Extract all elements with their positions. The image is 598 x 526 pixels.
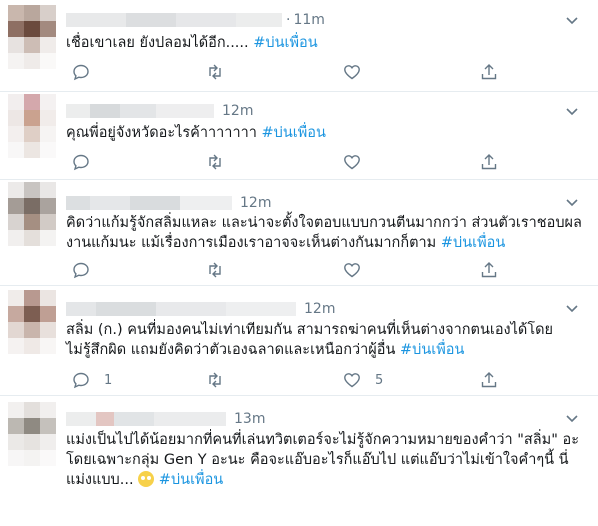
share-button[interactable] bbox=[480, 152, 498, 172]
retweet-icon bbox=[209, 372, 221, 388]
user-name[interactable] bbox=[66, 196, 232, 210]
avatar[interactable] bbox=[8, 182, 56, 246]
tweet-text: คิดว่าแก้มรู้จักสลิ่มแหละ และน่าจะตั้งใจ… bbox=[66, 213, 582, 253]
like-button[interactable] bbox=[343, 152, 375, 172]
reply-button[interactable] bbox=[72, 152, 104, 172]
tweet-timeline: · 11m เชื่อเขาเลย ยังปลอมได้อีก..... #บ่… bbox=[0, 0, 598, 526]
hashtag-link[interactable]: #บ่นเพื่อน bbox=[159, 472, 223, 488]
reply-icon bbox=[73, 372, 89, 389]
hashtag-link[interactable]: #บ่นเพื่อน bbox=[253, 35, 317, 51]
tweet-body: คุณพี่อยู่จังหวัดอะไรค้าาาาาาา bbox=[66, 125, 257, 141]
tweet-actions bbox=[66, 152, 584, 172]
retweet-icon bbox=[209, 154, 221, 170]
share-button[interactable] bbox=[480, 260, 498, 280]
share-icon bbox=[481, 372, 497, 388]
share-button[interactable] bbox=[480, 62, 498, 82]
user-name[interactable] bbox=[66, 302, 296, 316]
tweet-body: เชื่อเขาเลย ยังปลอมได้อีก..... bbox=[66, 35, 249, 51]
tweet-time[interactable]: 12m bbox=[222, 103, 253, 119]
reply-icon bbox=[73, 262, 89, 279]
tweet-time[interactable]: 13m bbox=[234, 411, 265, 427]
reply-button[interactable]: 1 bbox=[72, 370, 112, 390]
avatar[interactable] bbox=[8, 402, 56, 466]
reply-count: 1 bbox=[104, 372, 113, 388]
chevron-down-icon[interactable] bbox=[564, 410, 580, 426]
share-icon bbox=[481, 64, 497, 80]
face-with-rolling-eyes-emoji bbox=[138, 471, 155, 487]
heart-icon bbox=[344, 373, 360, 388]
share-icon bbox=[481, 262, 497, 278]
reply-icon bbox=[73, 64, 89, 81]
chevron-down-icon[interactable] bbox=[564, 12, 580, 28]
tweet-text: สลิ่ม (ก.) คนที่มองคนไม่เท่าเทียมกัน สาม… bbox=[66, 320, 576, 360]
tweet-time[interactable]: 12m bbox=[240, 195, 271, 211]
tweet[interactable]: 12m สลิ่ม (ก.) คนที่มองคนไม่เท่าเทียมกัน… bbox=[0, 286, 598, 396]
chevron-down-icon[interactable] bbox=[564, 103, 580, 119]
tweet[interactable]: · 11m เชื่อเขาเลย ยังปลอมได้อีก..... #บ่… bbox=[0, 0, 598, 92]
reply-button[interactable] bbox=[72, 260, 104, 280]
chevron-down-icon[interactable] bbox=[564, 300, 580, 316]
reply-icon bbox=[73, 154, 89, 171]
heart-icon bbox=[344, 263, 360, 278]
share-button[interactable] bbox=[480, 370, 498, 390]
avatar[interactable] bbox=[8, 290, 56, 354]
tweet-text: เชื่อเขาเลย ยังปลอมได้อีก..... #บ่นเพื่อ… bbox=[66, 33, 584, 53]
user-name[interactable] bbox=[66, 13, 282, 27]
retweet-button[interactable] bbox=[206, 370, 238, 390]
user-name[interactable] bbox=[66, 412, 226, 426]
heart-icon bbox=[344, 65, 360, 80]
like-button[interactable] bbox=[343, 62, 375, 82]
tweet-time[interactable]: 12m bbox=[304, 301, 335, 317]
tweet-body: สลิ่ม (ก.) คนที่มองคนไม่เท่าเทียมกัน สาม… bbox=[66, 322, 554, 358]
like-button[interactable] bbox=[343, 260, 375, 280]
tweet-text: คุณพี่อยู่จังหวัดอะไรค้าาาาาาา #บ่นเพื่อ… bbox=[66, 123, 584, 143]
reply-button[interactable] bbox=[72, 62, 104, 82]
retweet-button[interactable] bbox=[206, 62, 238, 82]
separator-dot: · bbox=[286, 12, 291, 28]
like-count: 5 bbox=[375, 372, 384, 388]
retweet-icon bbox=[209, 262, 221, 278]
tweet-time[interactable]: 11m bbox=[293, 12, 324, 28]
avatar[interactable] bbox=[8, 94, 56, 158]
tweet-text: แม่งเป็นไปได้น้อยมากที่คนที่เล่นทวิตเตอร… bbox=[66, 430, 580, 490]
user-name[interactable] bbox=[66, 104, 214, 118]
tweet-actions: 1 5 bbox=[66, 370, 584, 390]
hashtag-link[interactable]: #บ่นเพื่อน bbox=[441, 235, 505, 251]
like-button[interactable]: 5 bbox=[343, 370, 383, 390]
share-icon bbox=[481, 154, 497, 170]
retweet-icon bbox=[209, 64, 221, 80]
tweet-actions bbox=[66, 62, 584, 82]
tweet-actions bbox=[66, 260, 584, 280]
tweet[interactable]: 12m คุณพี่อยู่จังหวัดอะไรค้าาาาาาา #บ่นเ… bbox=[0, 92, 598, 180]
hashtag-link[interactable]: #บ่นเพื่อน bbox=[400, 342, 464, 358]
tweet[interactable]: 12m คิดว่าแก้มรู้จักสลิ่มแหละ และน่าจะตั… bbox=[0, 180, 598, 286]
heart-icon bbox=[344, 155, 360, 170]
tweet[interactable]: 13m แม่งเป็นไปได้น้อยมากที่คนที่เล่นทวิต… bbox=[0, 396, 598, 526]
retweet-button[interactable] bbox=[206, 152, 238, 172]
avatar[interactable] bbox=[8, 5, 56, 69]
chevron-down-icon[interactable] bbox=[564, 194, 580, 210]
retweet-button[interactable] bbox=[206, 260, 238, 280]
hashtag-link[interactable]: #บ่นเพื่อน bbox=[262, 125, 326, 141]
